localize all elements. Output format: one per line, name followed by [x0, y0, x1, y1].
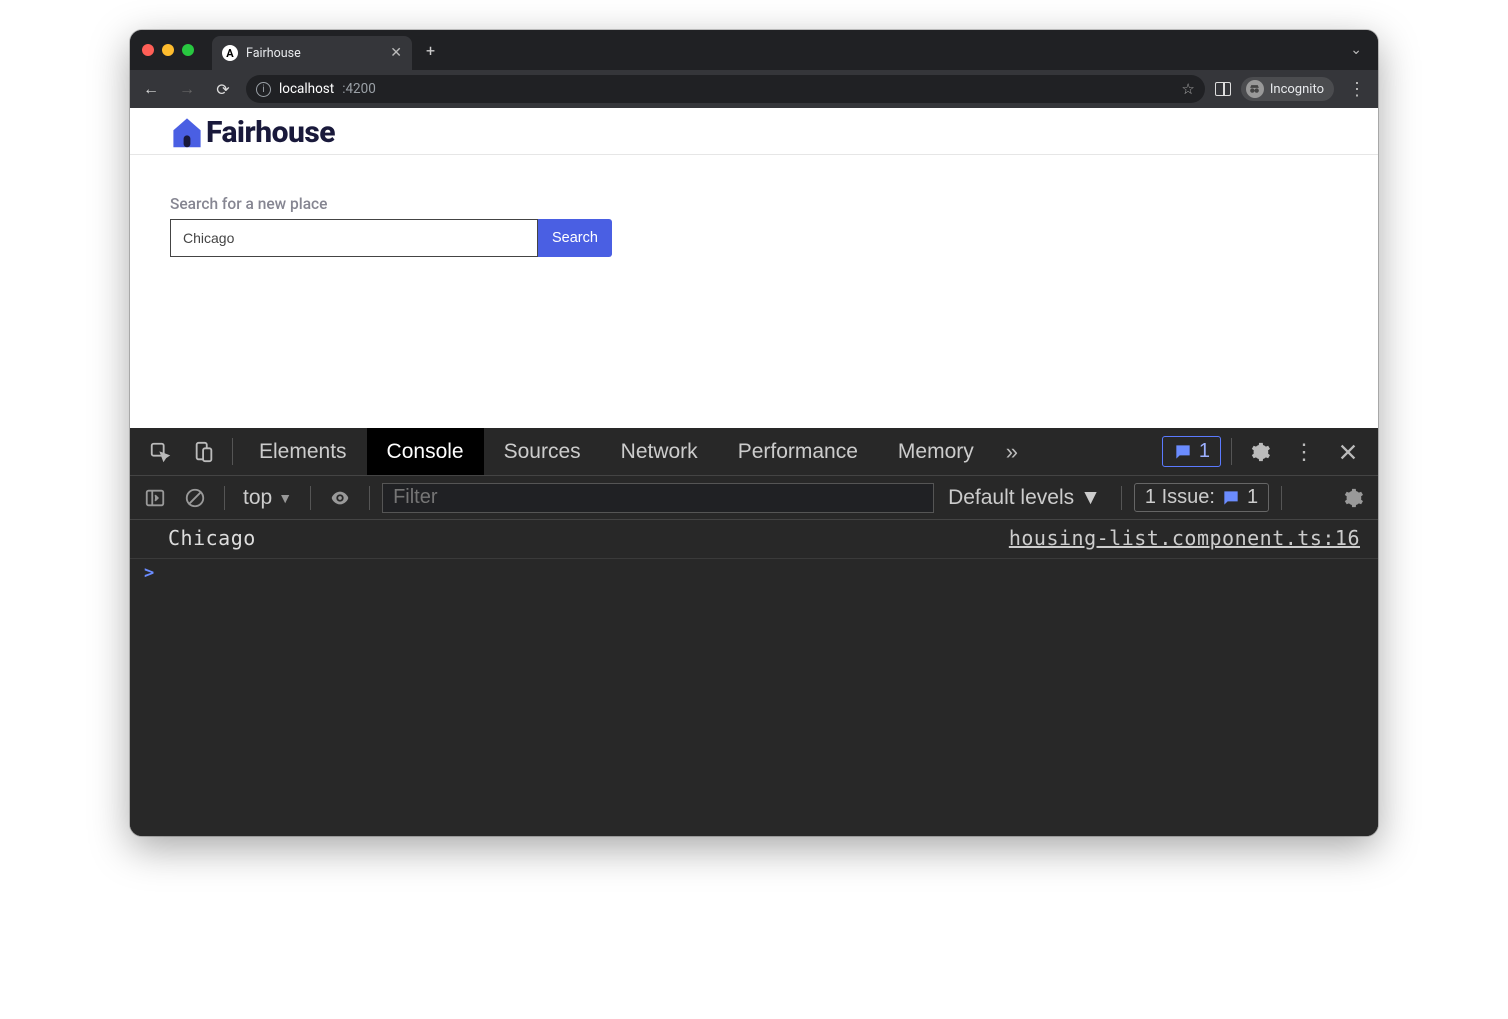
browser-window: A Fairhouse ✕ + ⌄ ← → ⟳ i localhost :4200… — [130, 30, 1378, 836]
inspect-element-icon[interactable] — [138, 428, 182, 475]
console-log-source[interactable]: housing-list.component.ts:16 — [1009, 526, 1360, 550]
devtools-more-tabs-icon[interactable]: » — [994, 428, 1030, 475]
incognito-indicator[interactable]: Incognito — [1241, 77, 1334, 101]
issue-count: 1 — [1247, 486, 1258, 509]
address-bar[interactable]: i localhost :4200 ☆ — [246, 75, 1205, 103]
sidepanel-icon[interactable] — [1215, 82, 1231, 96]
forward-button[interactable]: → — [174, 79, 200, 99]
console-filter-input[interactable] — [382, 483, 934, 513]
clear-console-icon[interactable] — [178, 483, 212, 513]
devtools-tabbar: Elements Console Sources Network Perform… — [130, 428, 1378, 476]
url-port: :4200 — [342, 81, 376, 97]
tab-favicon: A — [222, 45, 238, 61]
app-header: Fairhouse — [130, 108, 1378, 155]
devtools-settings-icon[interactable] — [1238, 428, 1282, 475]
issue-label: 1 Issue: — [1145, 486, 1215, 509]
window-controls — [142, 44, 194, 56]
console-log-row[interactable]: Chicago housing-list.component.ts:16 — [130, 520, 1378, 559]
search-input[interactable] — [170, 219, 538, 257]
console-issue-indicator[interactable]: 1 Issue: 1 — [1134, 483, 1269, 512]
device-toggle-icon[interactable] — [182, 428, 226, 475]
titlebar: A Fairhouse ✕ + ⌄ — [130, 30, 1378, 70]
url-host: localhost — [279, 81, 334, 97]
bookmark-star-icon[interactable]: ☆ — [1181, 80, 1194, 98]
toolbar: ← → ⟳ i localhost :4200 ☆ Incognito ⋮ — [130, 70, 1378, 108]
devtools-tab-elements[interactable]: Elements — [239, 428, 367, 475]
browser-tab[interactable]: A Fairhouse ✕ — [212, 36, 412, 70]
context-label: top — [243, 486, 272, 510]
site-info-icon[interactable]: i — [256, 82, 271, 97]
fairhouse-logo-icon — [170, 114, 204, 150]
tabs-dropdown-icon[interactable]: ⌄ — [1350, 42, 1366, 58]
devtools-tab-performance[interactable]: Performance — [718, 428, 878, 475]
log-levels-selector[interactable]: Default levels ▼ — [940, 486, 1109, 510]
devtools-tab-console[interactable]: Console — [367, 428, 484, 475]
console-output: Chicago housing-list.component.ts:16 > — [130, 520, 1378, 836]
incognito-icon — [1246, 80, 1264, 98]
maximize-window-button[interactable] — [182, 44, 194, 56]
tab-title: Fairhouse — [246, 46, 382, 61]
devtools-issues-badge[interactable]: 1 — [1162, 436, 1221, 467]
new-tab-button[interactable]: + — [426, 41, 435, 60]
devtools-panel: Elements Console Sources Network Perform… — [130, 428, 1378, 836]
chevron-down-icon: ▼ — [278, 490, 292, 506]
levels-label: Default levels — [948, 486, 1074, 510]
search-row: Search — [170, 219, 1338, 257]
browser-menu-icon[interactable]: ⋮ — [1344, 79, 1370, 100]
console-sidebar-toggle-icon[interactable] — [138, 483, 172, 513]
close-window-button[interactable] — [142, 44, 154, 56]
devtools-menu-icon[interactable]: ⋮ — [1282, 428, 1326, 475]
console-prompt[interactable]: > — [130, 559, 1378, 587]
issues-badge-count: 1 — [1199, 440, 1210, 463]
brand-name: Fairhouse — [206, 115, 335, 150]
console-toolbar: top ▼ Default levels ▼ 1 Issue: 1 — [130, 476, 1378, 520]
devtools-tab-memory[interactable]: Memory — [878, 428, 994, 475]
incognito-label: Incognito — [1270, 82, 1324, 97]
page-content: Search for a new place Search — [130, 155, 1378, 297]
reload-button[interactable]: ⟳ — [210, 80, 236, 99]
devtools-tab-network[interactable]: Network — [601, 428, 718, 475]
search-label: Search for a new place — [170, 195, 1338, 213]
tab-close-icon[interactable]: ✕ — [390, 45, 402, 61]
search-button[interactable]: Search — [538, 219, 612, 257]
console-settings-icon[interactable] — [1336, 483, 1370, 513]
back-button[interactable]: ← — [138, 79, 164, 99]
minimize-window-button[interactable] — [162, 44, 174, 56]
console-log-message: Chicago — [168, 526, 256, 550]
page-viewport: Fairhouse Search for a new place Search — [130, 108, 1378, 428]
context-selector[interactable]: top ▼ — [237, 486, 298, 510]
chevron-down-icon: ▼ — [1080, 486, 1101, 510]
live-expression-icon[interactable] — [323, 483, 357, 513]
devtools-close-icon[interactable] — [1326, 428, 1370, 475]
devtools-tab-sources[interactable]: Sources — [484, 428, 601, 475]
